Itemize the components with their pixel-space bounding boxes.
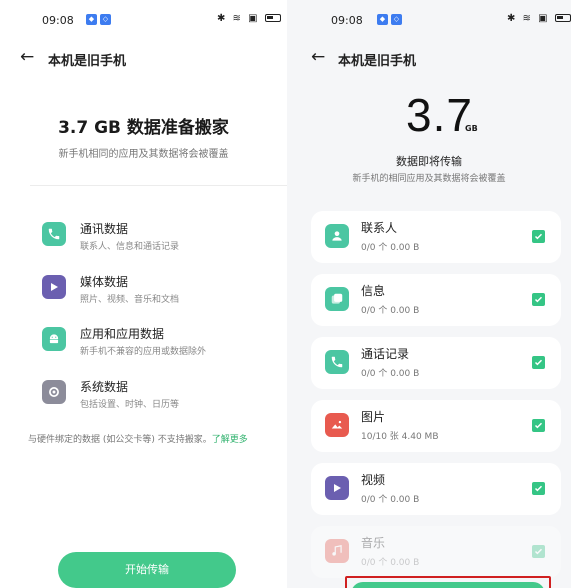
item-checkbox[interactable] xyxy=(532,545,545,558)
status-bar: 09:08 ◆ ◇ ✱ ≋ ▣ xyxy=(0,12,287,30)
category-apps: 应用和应用数据 新手机不兼容的应用或数据除外 xyxy=(42,323,272,363)
category-media: 媒体数据 照片、视频、音乐和文档 xyxy=(42,271,272,311)
transfer-button[interactable] xyxy=(351,582,545,588)
phone-icon xyxy=(325,350,349,374)
back-button[interactable]: ← xyxy=(311,49,325,66)
category-system: 系统数据 包括设置、时钟、日历等 xyxy=(42,376,272,416)
highlight-box xyxy=(345,576,551,588)
status-time: 09:08 xyxy=(331,14,363,27)
item-count: 0/0 个 0.00 B xyxy=(361,495,420,505)
item-checkbox[interactable] xyxy=(532,356,545,369)
category-desc: 新手机不兼容的应用或数据除外 xyxy=(80,347,207,357)
start-transfer-button[interactable]: 开始传输 xyxy=(58,552,236,588)
category-name: 媒体数据 xyxy=(80,275,129,289)
play-icon xyxy=(42,275,66,299)
message-icon xyxy=(325,287,349,311)
notification-icon: ◇ xyxy=(100,14,111,25)
category-desc: 包括设置、时钟、日历等 xyxy=(80,400,180,410)
status-time: 09:08 xyxy=(42,14,74,27)
category-name: 通讯数据 xyxy=(80,222,129,236)
page-title: 本机是旧手机 xyxy=(48,54,127,69)
notification-icon: ◇ xyxy=(391,14,402,25)
item-checkbox[interactable] xyxy=(532,419,545,432)
item-videos[interactable]: 视频 0/0 个 0.00 B xyxy=(311,463,561,515)
item-name: 图片 xyxy=(361,410,386,424)
music-icon xyxy=(325,539,349,563)
transfer-title: 数据即将传输 xyxy=(396,155,462,168)
category-desc: 照片、视频、音乐和文档 xyxy=(80,295,180,305)
item-checkbox[interactable] xyxy=(532,293,545,306)
category-name: 应用和应用数据 xyxy=(80,327,165,341)
transfer-size: 3.7 xyxy=(406,89,473,141)
phone-icon xyxy=(42,222,66,246)
item-name: 通话记录 xyxy=(361,347,410,361)
notification-icon: ◆ xyxy=(377,14,388,25)
android-icon xyxy=(42,327,66,351)
right-screen: 09:08 ◆ ◇ ✱ ≋ ▣ ← 本机是旧手机 3.7 GB 数据即将传输 新… xyxy=(287,0,571,588)
left-screen: 09:08 ◆ ◇ ✱ ≋ ▣ ← 本机是旧手机 3.7 GB 数据准备搬家 新… xyxy=(0,0,287,588)
item-count: 0/0 个 0.00 B xyxy=(361,558,420,568)
learn-more-link[interactable]: 了解更多 xyxy=(212,435,248,445)
divider xyxy=(30,185,287,186)
item-music[interactable]: 音乐 0/0 个 0.00 B xyxy=(311,526,561,578)
item-count: 0/0 个 0.00 B xyxy=(361,306,420,316)
item-call-log[interactable]: 通话记录 0/0 个 0.00 B xyxy=(311,337,561,389)
video-icon xyxy=(325,476,349,500)
back-button[interactable]: ← xyxy=(20,49,34,66)
page-title: 本机是旧手机 xyxy=(338,54,417,69)
item-name: 视频 xyxy=(361,473,386,487)
overwrite-warning: 新手机相同的应用及其数据将会被覆盖 xyxy=(58,149,229,160)
transfer-headline: 3.7 GB 数据准备搬家 xyxy=(58,118,229,138)
hardware-data-note: 与硬件绑定的数据 (如公交卡等) 不支持搬家。了解更多 xyxy=(28,432,248,445)
contact-icon xyxy=(325,224,349,248)
item-checkbox[interactable] xyxy=(532,230,545,243)
item-contacts[interactable]: 联系人 0/0 个 0.00 B xyxy=(311,211,561,263)
picture-icon xyxy=(325,413,349,437)
item-pictures[interactable]: 图片 10/10 张 4.40 MB xyxy=(311,400,561,452)
item-checkbox[interactable] xyxy=(532,482,545,495)
category-desc: 联系人、信息和通话记录 xyxy=(80,242,180,252)
item-count: 0/0 个 0.00 B xyxy=(361,369,420,379)
note-text: 与硬件绑定的数据 (如公交卡等) 不支持搬家。 xyxy=(28,435,212,445)
status-bar: 09:08 ◆ ◇ ✱ ≋ ▣ xyxy=(287,12,571,30)
category-communication: 通讯数据 联系人、信息和通话记录 xyxy=(42,218,272,258)
system-icons: ✱ ≋ ▣ xyxy=(507,13,571,24)
overwrite-warning: 新手机的相同应用及其数据将会被覆盖 xyxy=(352,174,506,184)
gear-icon xyxy=(42,380,66,404)
notification-icon: ◆ xyxy=(86,14,97,25)
transfer-size-unit: GB xyxy=(465,124,478,133)
battery-icon xyxy=(264,14,281,22)
item-name: 信息 xyxy=(361,284,386,298)
category-name: 系统数据 xyxy=(80,380,129,394)
item-messages[interactable]: 信息 0/0 个 0.00 B xyxy=(311,274,561,326)
battery-icon xyxy=(554,14,571,22)
item-name: 音乐 xyxy=(361,536,386,550)
item-name: 联系人 xyxy=(361,221,398,235)
item-count: 0/0 个 0.00 B xyxy=(361,243,420,253)
item-count: 10/10 张 4.40 MB xyxy=(361,432,439,442)
system-icons: ✱ ≋ ▣ xyxy=(217,13,281,24)
